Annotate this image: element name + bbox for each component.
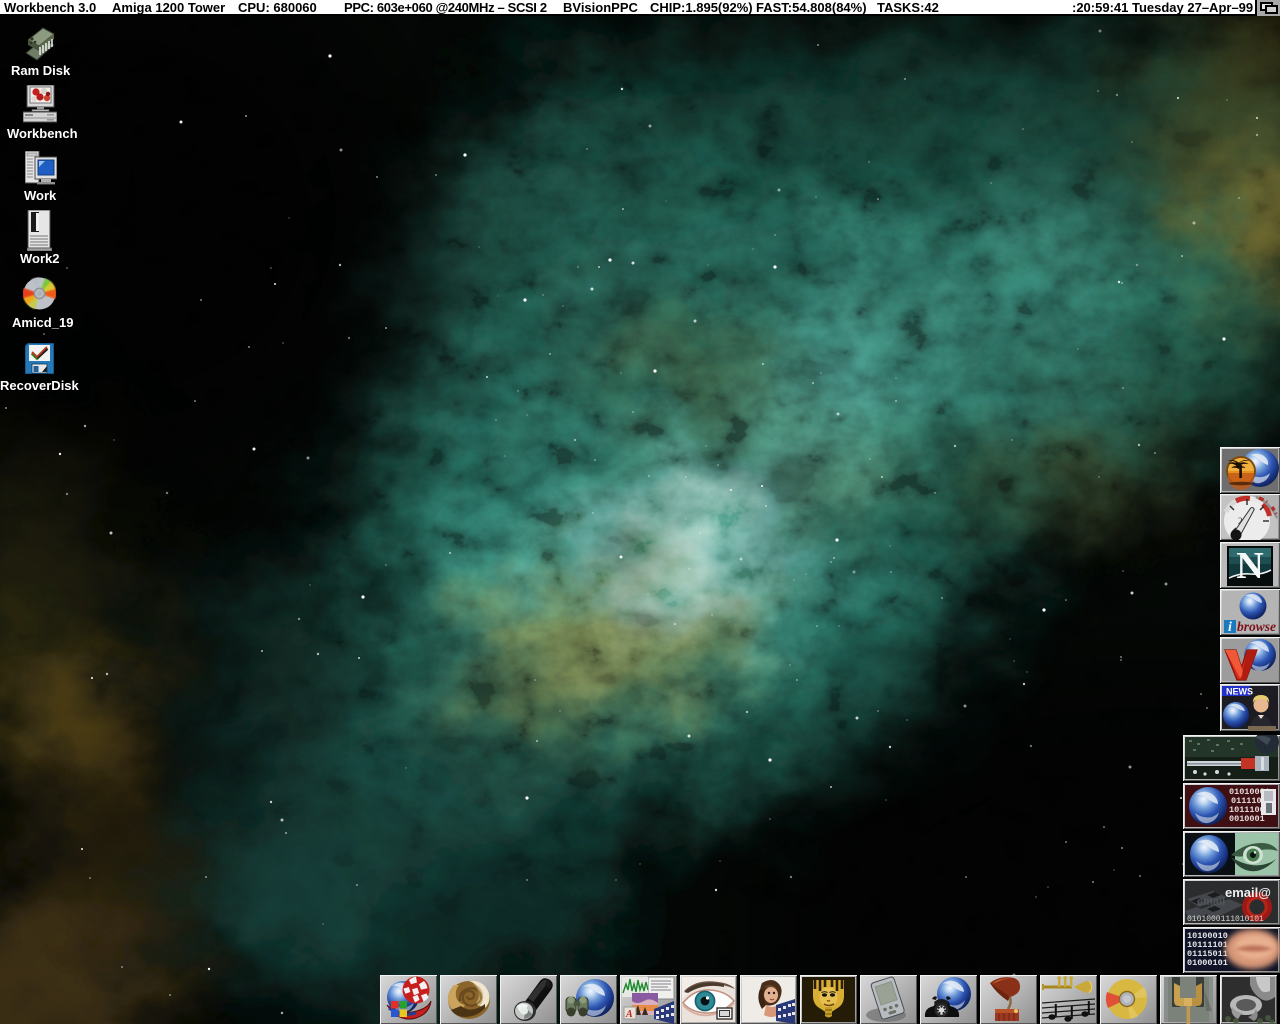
svg-text:A: A [625,1009,633,1020]
svg-text:browse: browse [1237,619,1276,634]
svg-text:0101000111010101: 0101000111010101 [1187,915,1264,924]
svg-text:email@: email@ [1225,885,1271,900]
svg-text:0010001: 0010001 [1229,814,1265,824]
svg-text:i: i [1228,620,1232,635]
svg-text:email: email [1197,896,1225,908]
svg-text:NEWS: NEWS [1226,687,1253,697]
svg-text:01000101: 01000101 [1187,958,1228,968]
svg-text:N: N [1236,545,1263,587]
